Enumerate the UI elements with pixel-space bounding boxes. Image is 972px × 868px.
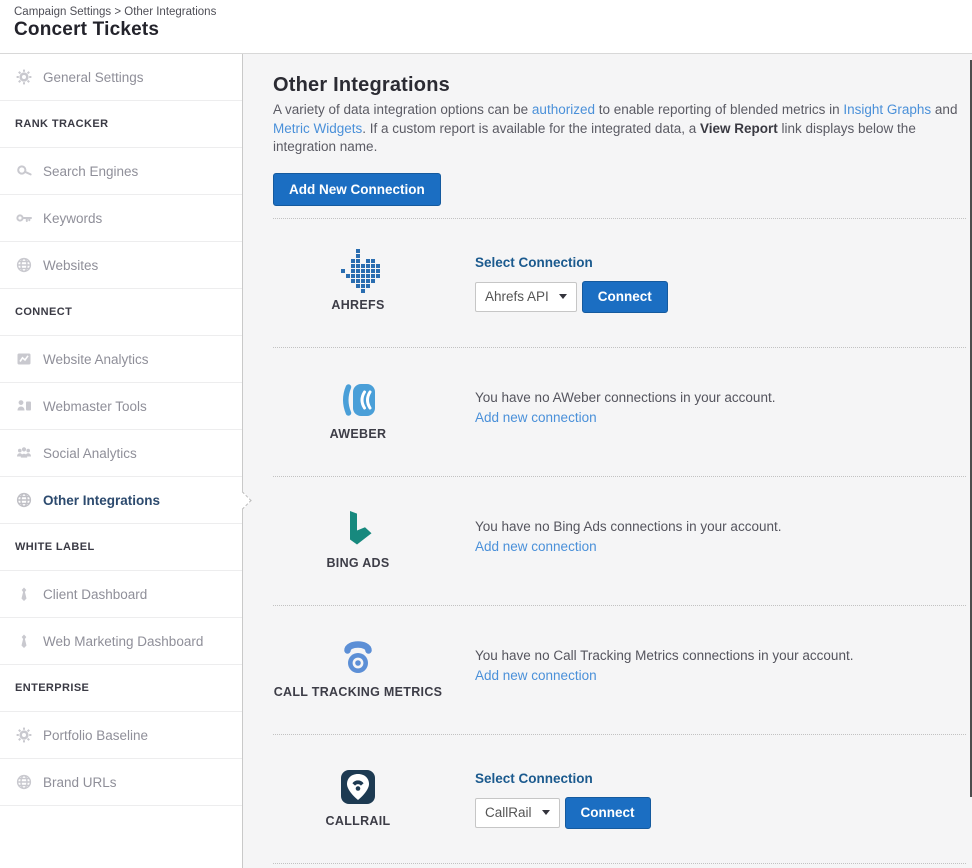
gear-icon xyxy=(15,69,32,86)
sidebar-item-label: Brand URLs xyxy=(43,775,117,790)
sidebar-section-rank-tracker: RANK TRACKER xyxy=(0,101,242,148)
add-new-connection-link[interactable]: Add new connection xyxy=(475,410,597,425)
sidebar-item-keywords[interactable]: Keywords xyxy=(0,195,242,242)
intro-segment: to enable reporting of blended metrics i… xyxy=(595,102,843,117)
authorized-link[interactable]: authorized xyxy=(532,102,595,117)
no-connections-message: You have no AWeber connections in your a… xyxy=(475,390,966,405)
globe-icon xyxy=(15,492,32,509)
add-new-connection-link[interactable]: Add new connection xyxy=(475,668,597,683)
sidebar-item-label: Search Engines xyxy=(43,164,138,179)
gear-icon xyxy=(15,727,32,744)
integration-name: CALLRAIL xyxy=(326,814,391,828)
aweber-logo-icon xyxy=(338,378,378,422)
bing-ads-logo-icon xyxy=(338,507,378,551)
intro-segment: . If a custom report is available for th… xyxy=(362,121,700,136)
connect-button[interactable]: Connect xyxy=(565,797,651,829)
no-connections-message: You have no Call Tracking Metrics connec… xyxy=(475,648,966,663)
insight-graphs-link[interactable]: Insight Graphs xyxy=(843,102,931,117)
sidebar-item-label: Website Analytics xyxy=(43,352,149,367)
add-new-connection-link[interactable]: Add new connection xyxy=(475,539,597,554)
sidebar-section-white-label: WHITE LABEL xyxy=(0,524,242,571)
section-title: Other Integrations xyxy=(273,74,966,97)
integration-name: BING ADS xyxy=(326,556,389,570)
webmaster-icon xyxy=(15,398,32,415)
call-tracking-metrics-logo-icon xyxy=(338,636,378,680)
select-connection-label: Select Connection xyxy=(475,771,966,786)
people-icon xyxy=(15,445,32,462)
intro-text: A variety of data integration options ca… xyxy=(273,101,961,157)
connection-select[interactable]: Ahrefs API xyxy=(475,282,577,312)
settings-sidebar: General Settings RANK TRACKER Search Eng… xyxy=(0,54,243,868)
sidebar-item-label: Client Dashboard xyxy=(43,587,147,602)
sidebar-item-general-settings[interactable]: General Settings xyxy=(0,54,242,101)
tie-icon xyxy=(15,586,32,603)
integration-row-call-tracking-metrics: CALL TRACKING METRICS You have no Call T… xyxy=(273,606,966,735)
chevron-down-icon xyxy=(542,810,550,815)
globe-icon xyxy=(15,774,32,791)
sidebar-item-label: Web Marketing Dashboard xyxy=(43,634,203,649)
selected-connection-value: Ahrefs API xyxy=(485,289,549,304)
sidebar-item-social-analytics[interactable]: Social Analytics xyxy=(0,430,242,477)
tie-icon xyxy=(15,633,32,650)
globe-icon xyxy=(15,257,32,274)
select-connection-label: Select Connection xyxy=(475,255,966,270)
main-content: Other Integrations A variety of data int… xyxy=(243,54,972,868)
sidebar-item-webmaster-tools[interactable]: Webmaster Tools xyxy=(0,383,242,430)
sidebar-item-label: Portfolio Baseline xyxy=(43,728,148,743)
breadcrumb[interactable]: Campaign Settings > Other Integrations xyxy=(14,6,972,18)
integration-name: AWEBER xyxy=(330,427,387,441)
ahrefs-logo-icon xyxy=(336,249,380,293)
intro-segment: A variety of data integration options ca… xyxy=(273,102,532,117)
intro-segment: and xyxy=(931,102,957,117)
sidebar-item-label: Keywords xyxy=(43,211,102,226)
sidebar-item-client-dashboard[interactable]: Client Dashboard xyxy=(0,571,242,618)
sidebar-item-brand-urls[interactable]: Brand URLs xyxy=(0,759,242,806)
connection-select[interactable]: CallRail xyxy=(475,798,560,828)
sidebar-item-search-engines[interactable]: Search Engines xyxy=(0,148,242,195)
metric-widgets-link[interactable]: Metric Widgets xyxy=(273,121,362,136)
key-icon xyxy=(15,210,32,227)
callrail-logo-icon xyxy=(338,765,378,809)
chevron-down-icon xyxy=(559,294,567,299)
integration-row-bing-ads: BING ADS You have no Bing Ads connection… xyxy=(273,477,966,606)
sidebar-item-label: General Settings xyxy=(43,70,144,85)
no-connections-message: You have no Bing Ads connections in your… xyxy=(475,519,966,534)
top-header: Campaign Settings > Other Integrations C… xyxy=(0,0,972,54)
page-title: Concert Tickets xyxy=(14,19,972,41)
sidebar-item-portfolio-baseline[interactable]: Portfolio Baseline xyxy=(0,712,242,759)
sidebar-section-connect: CONNECT xyxy=(0,289,242,336)
chart-icon xyxy=(15,351,32,368)
sidebar-item-web-marketing-dashboard[interactable]: Web Marketing Dashboard xyxy=(0,618,242,665)
integration-name: CALL TRACKING METRICS xyxy=(274,685,443,699)
sidebar-item-label: Websites xyxy=(43,258,98,273)
search-icon xyxy=(15,163,32,180)
sidebar-item-website-analytics[interactable]: Website Analytics xyxy=(0,336,242,383)
integration-name: AHREFS xyxy=(331,298,384,312)
integration-row-ahrefs: AHREFS Select Connection Ahrefs API Conn… xyxy=(273,219,966,348)
add-new-connection-button[interactable]: Add New Connection xyxy=(273,173,441,206)
sidebar-item-label: Webmaster Tools xyxy=(43,399,147,414)
integrations-list: AHREFS Select Connection Ahrefs API Conn… xyxy=(273,218,966,864)
selected-connection-value: CallRail xyxy=(485,805,532,820)
sidebar-item-label: Other Integrations xyxy=(43,493,160,508)
connect-button[interactable]: Connect xyxy=(582,281,668,313)
integration-row-callrail: CALLRAIL Select Connection CallRail Conn… xyxy=(273,735,966,864)
view-report-emphasis: View Report xyxy=(700,121,778,136)
sidebar-item-websites[interactable]: Websites xyxy=(0,242,242,289)
integration-row-aweber: AWEBER You have no AWeber connections in… xyxy=(273,348,966,477)
sidebar-item-other-integrations[interactable]: Other Integrations xyxy=(0,477,242,524)
sidebar-item-label: Social Analytics xyxy=(43,446,137,461)
sidebar-section-enterprise: ENTERPRISE xyxy=(0,665,242,712)
